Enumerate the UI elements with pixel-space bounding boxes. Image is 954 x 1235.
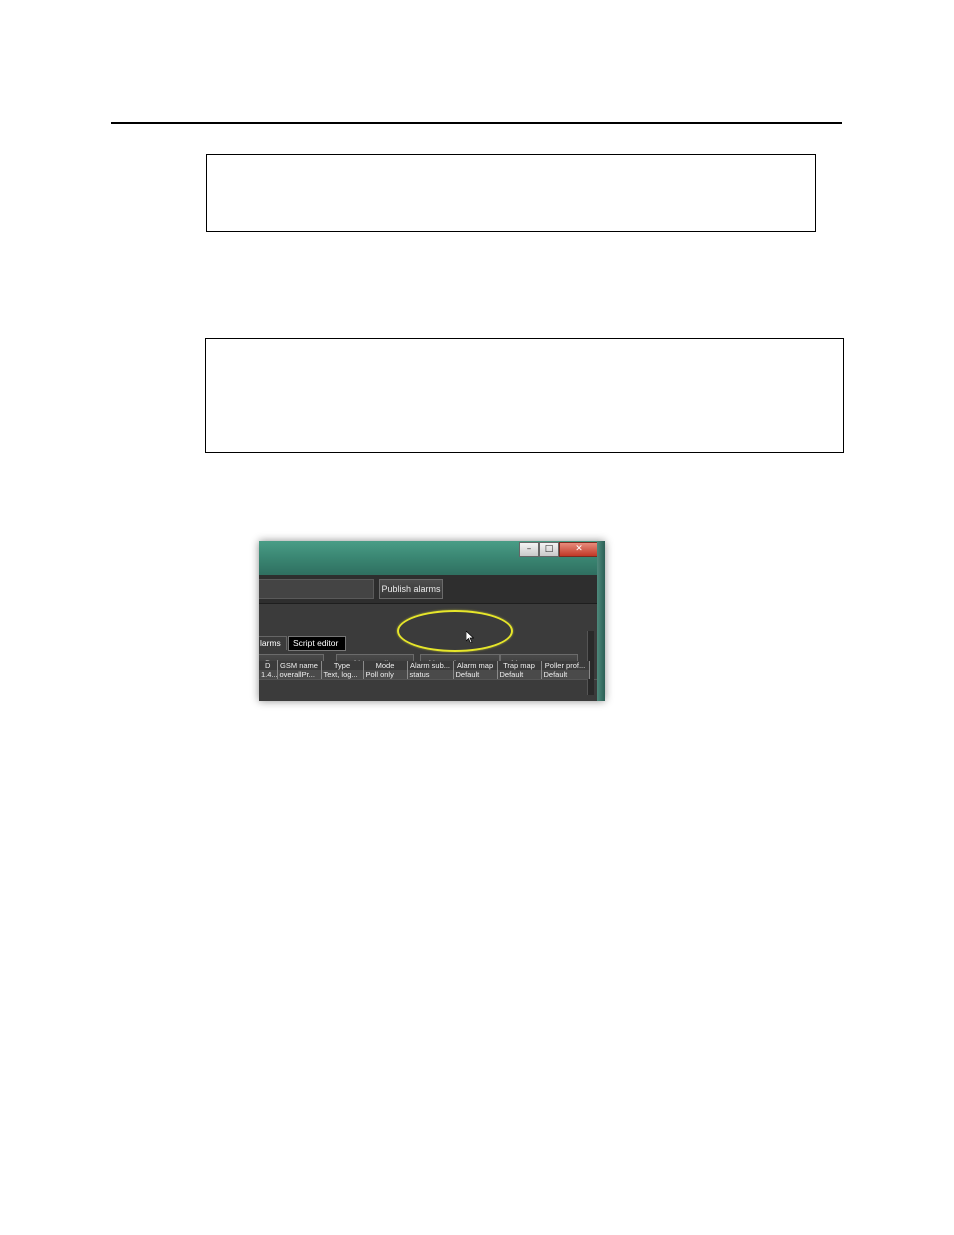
note-box xyxy=(206,154,816,232)
app-screenshot: – □ ✕ Publish alarms larms Script editor… xyxy=(259,541,605,701)
column-header[interactable]: Poller prof... xyxy=(541,661,590,670)
table-cell: overallPr... xyxy=(277,670,322,679)
highlight-ellipse xyxy=(397,610,513,652)
window-controls: – □ ✕ xyxy=(519,542,599,557)
column-header[interactable]: Alarm map xyxy=(453,661,498,670)
table-row[interactable]: 1.4... overallPr... Text, log... Poll on… xyxy=(259,670,590,679)
column-header[interactable]: Mode xyxy=(363,661,408,670)
window-border xyxy=(597,541,605,701)
table-cell: Text, log... xyxy=(321,670,364,679)
table-cell: Poll only xyxy=(363,670,408,679)
table-cell: Default xyxy=(541,670,590,679)
pollers-table: D GSM name Type Mode Alarm sub... Alarm … xyxy=(259,661,590,679)
table-cell: Default xyxy=(453,670,498,679)
publish-alarms-button[interactable]: Publish alarms xyxy=(379,579,443,599)
minimize-icon[interactable]: – xyxy=(519,542,539,557)
column-header[interactable]: D xyxy=(259,661,278,670)
top-toolbar: Publish alarms xyxy=(259,575,597,604)
tab-script-editor[interactable]: Script editor xyxy=(288,636,346,651)
close-icon[interactable]: ✕ xyxy=(559,542,599,557)
column-header[interactable]: Type xyxy=(321,661,364,670)
text-field[interactable] xyxy=(259,579,374,599)
note-box xyxy=(205,338,844,453)
mouse-cursor-icon xyxy=(466,631,474,643)
header-rule xyxy=(111,122,842,124)
column-header[interactable]: Trap map xyxy=(497,661,542,670)
divider xyxy=(259,679,597,680)
window-title-bar: – □ ✕ xyxy=(259,541,605,575)
table-header-row: D GSM name Type Mode Alarm sub... Alarm … xyxy=(259,661,590,670)
table-cell: 1.4... xyxy=(259,670,278,679)
maximize-icon[interactable]: □ xyxy=(539,542,559,557)
column-header[interactable]: GSM name xyxy=(277,661,322,670)
table-cell: Default xyxy=(497,670,542,679)
tab-alarms[interactable]: larms xyxy=(259,636,287,650)
table-cell: status xyxy=(407,670,454,679)
column-header[interactable]: Alarm sub... xyxy=(407,661,454,670)
